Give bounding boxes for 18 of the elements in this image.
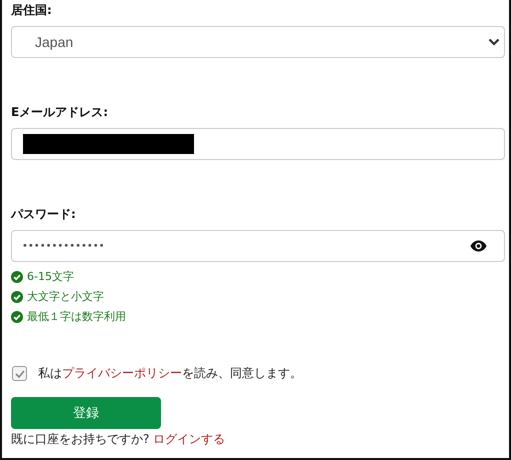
consent-checkbox[interactable] (12, 366, 27, 381)
password-field[interactable]: •••••••••••••• (11, 230, 505, 262)
register-button[interactable]: 登録 (11, 397, 161, 429)
checkmark-icon (14, 370, 24, 378)
rule-text: 大文字と小文字 (27, 289, 104, 305)
field-label: 居住国: (11, 2, 53, 18)
country-select[interactable]: Japan (11, 26, 505, 58)
chevron-down-icon (488, 38, 500, 46)
rule-text: 最低１字は数字利用 (27, 309, 126, 325)
consent-text: 私はプライバシーポリシー を読み、同意します。 (38, 365, 302, 382)
field-label: パスワード: (11, 206, 77, 222)
privacy-policy-link[interactable]: プライバシーポリシー (62, 366, 182, 380)
login-prompt: 既に口座をお持ちですか? ログインする (11, 432, 226, 447)
eye-icon[interactable] (470, 240, 487, 252)
email-field[interactable] (11, 128, 505, 160)
rule-text: 6-15文字 (27, 269, 74, 285)
login-link[interactable]: ログインする (153, 432, 226, 446)
field-label: Eメールアドレス: (11, 104, 109, 120)
